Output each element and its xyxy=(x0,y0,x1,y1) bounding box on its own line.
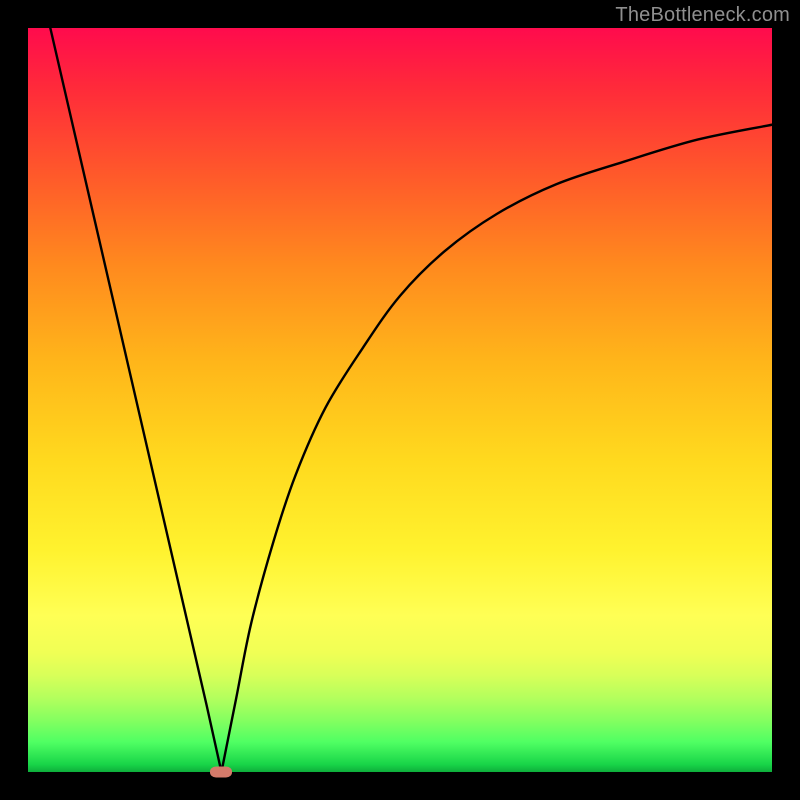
watermark-text: TheBottleneck.com xyxy=(615,4,790,27)
bottleneck-curve xyxy=(28,28,772,772)
plot-area xyxy=(28,28,772,772)
chart-frame: TheBottleneck.com xyxy=(0,0,800,800)
minimum-marker xyxy=(210,767,232,778)
